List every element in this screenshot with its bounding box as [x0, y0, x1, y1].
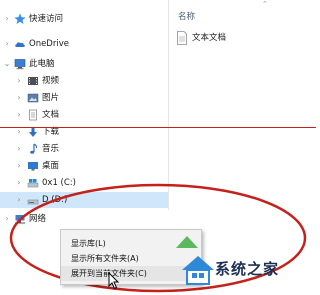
- watermark-roof-icon: [176, 236, 198, 248]
- house-logo-icon: [182, 256, 214, 285]
- mouse-cursor-icon: [108, 272, 120, 290]
- watermark-text: 系统之家: [215, 260, 280, 278]
